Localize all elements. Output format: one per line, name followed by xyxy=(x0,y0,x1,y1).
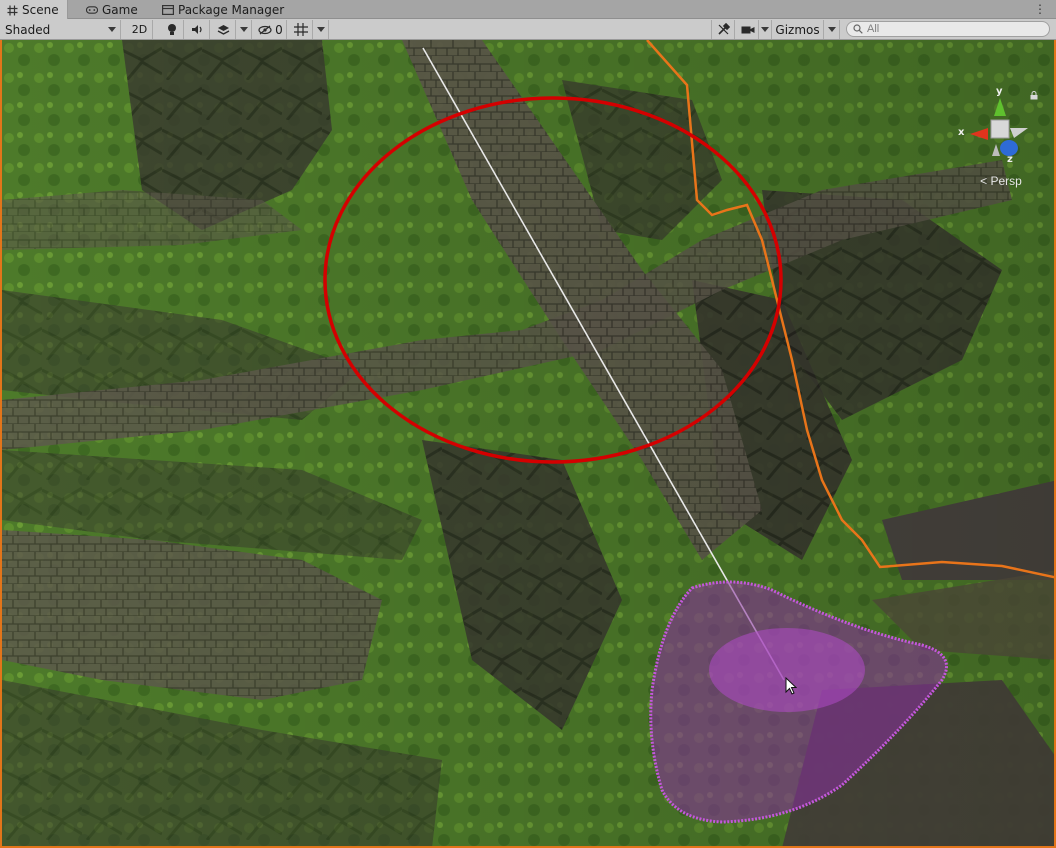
eye-hidden-icon xyxy=(258,25,272,34)
camera-settings-button[interactable] xyxy=(737,20,759,39)
gizmos-label: Gizmos xyxy=(775,22,820,37)
wrench-icon xyxy=(717,23,730,35)
speaker-icon xyxy=(192,25,202,34)
lightbulb-icon xyxy=(167,24,176,35)
projection-toggle[interactable]: < Persp xyxy=(956,174,1046,188)
orientation-gizmo[interactable]: y x z < Persp xyxy=(956,86,1046,196)
gizmos-dropdown[interactable] xyxy=(824,20,840,39)
tab-package-manager-label: Package Manager xyxy=(178,2,285,17)
search-input[interactable] xyxy=(867,23,1037,35)
tab-game[interactable]: Game xyxy=(80,0,146,19)
gizmos-button[interactable]: Gizmos xyxy=(772,20,824,39)
paint-area-core xyxy=(709,628,865,712)
scene-search-box[interactable] xyxy=(846,21,1050,37)
lighting-toggle-button[interactable] xyxy=(160,20,184,39)
hidden-objects-toggle[interactable]: 0 xyxy=(255,20,287,39)
grid-toggle-button[interactable] xyxy=(289,20,313,39)
chevron-down-icon xyxy=(827,27,836,32)
toggle-2d-label: 2D xyxy=(131,23,148,36)
grid-icon xyxy=(293,23,308,36)
axis-z-label: z xyxy=(1007,154,1013,165)
chevron-left-icon: < xyxy=(980,174,988,188)
window-tab-bar: Scene Game Package Manager ⋮ xyxy=(0,0,1056,20)
camera-icon xyxy=(741,26,754,33)
scene-toolbar: Shaded 2D 0 Gizmos xyxy=(0,19,1056,40)
hash-icon xyxy=(6,4,18,16)
search-icon xyxy=(853,24,863,34)
axis-y-label: y xyxy=(996,86,1003,97)
effects-toggle-button[interactable] xyxy=(212,20,236,39)
draw-mode-label: Shaded xyxy=(5,22,51,37)
tab-scene[interactable]: Scene xyxy=(0,0,68,20)
mouse-cursor-icon xyxy=(785,677,797,695)
axis-x-label: x xyxy=(958,127,965,138)
projection-label: Persp xyxy=(990,174,1022,188)
more-options-icon[interactable]: ⋮ xyxy=(1034,2,1046,16)
terrain-render xyxy=(2,40,1054,846)
camera-dropdown[interactable] xyxy=(758,20,772,39)
gamepad-icon xyxy=(86,4,98,16)
chevron-down-icon xyxy=(108,27,116,32)
grid-dropdown[interactable] xyxy=(313,20,329,39)
package-icon xyxy=(162,4,174,16)
chevron-down-icon xyxy=(316,27,325,32)
audio-toggle-button[interactable] xyxy=(186,20,210,39)
toggle-2d-button[interactable]: 2D xyxy=(127,20,153,39)
effects-dropdown[interactable] xyxy=(236,20,252,39)
tab-scene-label: Scene xyxy=(22,3,59,17)
tools-button[interactable] xyxy=(711,20,735,39)
draw-mode-dropdown[interactable]: Shaded xyxy=(0,20,121,39)
scene-viewport[interactable]: y x z < Persp xyxy=(0,40,1056,848)
tab-game-label: Game xyxy=(102,2,138,17)
chevron-down-icon xyxy=(239,27,248,32)
lock-icon[interactable] xyxy=(1030,91,1038,100)
tab-package-manager[interactable]: Package Manager xyxy=(156,0,292,19)
chevron-down-icon xyxy=(760,27,769,32)
hidden-count: 0 xyxy=(275,22,283,37)
layers-icon xyxy=(217,24,230,35)
